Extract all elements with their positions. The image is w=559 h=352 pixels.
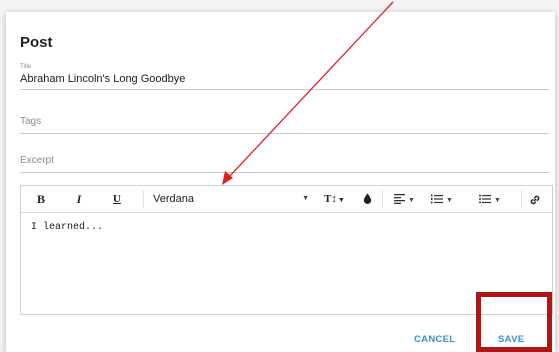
dialog-actions: CANCEL SAVE xyxy=(6,330,555,350)
rich-text-editor: B I U Verdana ▼ T↕▼ ▼ ▼ ▼ I learned... xyxy=(20,185,553,315)
link-icon xyxy=(530,195,540,205)
chevron-down-icon: ▼ xyxy=(446,197,453,204)
droplet-icon xyxy=(363,193,371,204)
save-highlight-box xyxy=(476,292,552,352)
title-field[interactable]: Title Abraham Lincoln's Long Goodbye xyxy=(20,64,549,90)
tags-field-placeholder: Tags xyxy=(20,116,42,127)
chevron-down-icon: ▼ xyxy=(302,195,309,202)
excerpt-field-underline xyxy=(20,172,549,173)
font-size-select[interactable]: T↕▼ xyxy=(324,186,352,212)
unordered-list-icon xyxy=(479,194,491,204)
toolbar-divider xyxy=(382,190,383,208)
chevron-down-icon: ▼ xyxy=(494,197,501,204)
toolbar-divider xyxy=(143,190,144,208)
tags-field[interactable]: Tags xyxy=(20,114,549,134)
font-family-value: Verdana xyxy=(153,193,194,205)
font-family-select[interactable]: Verdana ▼ xyxy=(153,186,309,212)
post-dialog: Post Title Abraham Lincoln's Long Goodby… xyxy=(6,12,555,352)
text-size-icon: T↕ xyxy=(324,193,337,205)
unordered-list-select[interactable]: ▼ xyxy=(479,186,517,212)
ordered-list-icon xyxy=(431,194,443,204)
italic-button[interactable]: I xyxy=(72,186,86,212)
align-select[interactable]: ▼ xyxy=(394,186,420,212)
ordered-list-select[interactable]: ▼ xyxy=(431,186,469,212)
toolbar-divider xyxy=(521,190,522,208)
excerpt-field[interactable]: Excerpt xyxy=(20,153,549,173)
title-field-value[interactable]: Abraham Lincoln's Long Goodbye xyxy=(20,73,185,85)
underline-button[interactable]: U xyxy=(110,186,124,212)
editor-content[interactable]: I learned... xyxy=(31,222,103,233)
tags-field-underline xyxy=(20,133,549,134)
title-field-label: Title xyxy=(20,64,32,70)
align-left-icon xyxy=(394,194,405,205)
cancel-button[interactable]: CANCEL xyxy=(414,330,455,350)
title-field-underline xyxy=(20,89,549,90)
text-color-button[interactable] xyxy=(360,186,374,212)
excerpt-field-placeholder: Excerpt xyxy=(20,155,54,166)
chevron-down-icon: ▼ xyxy=(337,196,345,204)
bold-button[interactable]: B xyxy=(34,186,48,212)
dialog-title: Post xyxy=(20,34,53,51)
chevron-down-icon: ▼ xyxy=(408,197,415,204)
insert-link-button[interactable] xyxy=(527,186,543,212)
editor-toolbar: B I U Verdana ▼ T↕▼ ▼ ▼ ▼ xyxy=(21,186,552,213)
